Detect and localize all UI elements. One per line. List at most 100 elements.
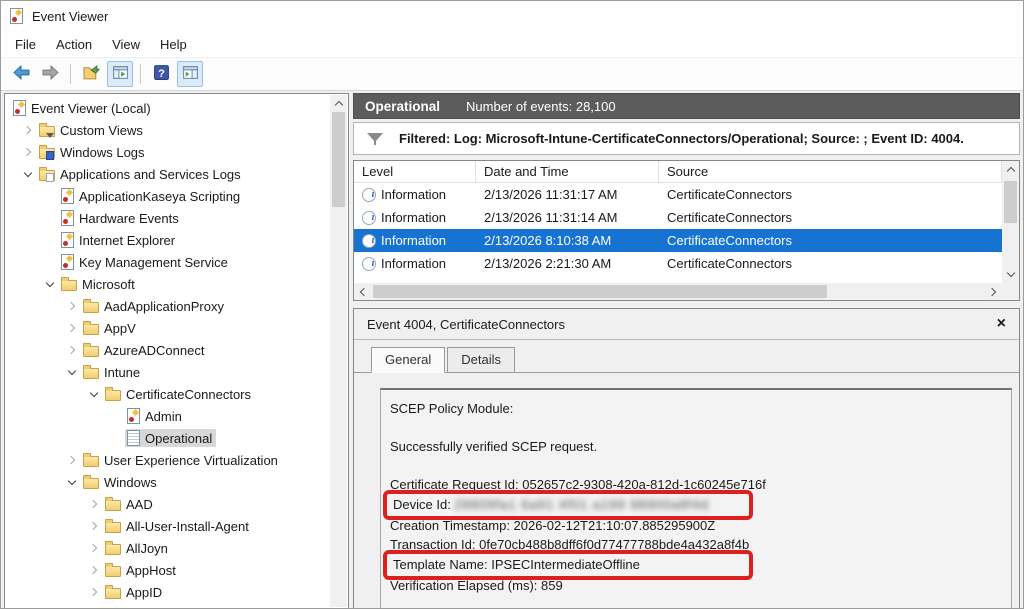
chevron-down-icon[interactable] [63, 363, 81, 381]
scroll-up-icon[interactable] [330, 95, 347, 112]
event-row[interactable]: iInformation2/13/2026 11:31:14 AMCertifi… [354, 206, 1002, 229]
chevron-down-icon[interactable] [63, 473, 81, 491]
tree-item-all-user-install-agent[interactable]: All-User-Install-Agent [5, 515, 348, 537]
column-header-source[interactable]: Source [659, 161, 1002, 182]
forward-arrow-icon [42, 64, 59, 84]
help-button[interactable]: ? [148, 61, 174, 87]
detail-line [390, 418, 1005, 437]
results-panel: Operational Number of events: 28,100 Fil… [353, 93, 1020, 609]
tree-node-body: Key Management Service [59, 253, 232, 271]
tree-item-hardware-events[interactable]: Hardware Events [5, 207, 348, 229]
events-vertical-scrollbar[interactable] [1002, 161, 1019, 283]
tree-item-internet-explorer[interactable]: Internet Explorer [5, 229, 348, 251]
tree-item-apphost[interactable]: AppHost [5, 559, 348, 581]
tree-item-admin[interactable]: Admin [5, 405, 348, 427]
tab-details[interactable]: Details [447, 347, 515, 372]
toggle-action-pane-button[interactable] [177, 61, 203, 87]
chevron-right-icon[interactable] [19, 143, 37, 161]
back-arrow-button[interactable] [8, 61, 34, 87]
tree-item-intune[interactable]: Intune [5, 361, 348, 383]
tree-item-microsoft[interactable]: Microsoft [5, 273, 348, 295]
chevron-right-icon[interactable] [63, 341, 81, 359]
tree-item-alljoyn[interactable]: AllJoyn [5, 537, 348, 559]
chevron-down-icon[interactable] [19, 165, 37, 183]
toggle-console-tree-button[interactable] [107, 61, 133, 87]
tree-node-body: Custom Views [37, 122, 147, 139]
events-horizontal-scrollbar[interactable] [354, 283, 1002, 300]
console-tree-panel: Event Viewer (Local) Custom Views Windows … [4, 93, 349, 609]
close-icon[interactable]: × [997, 316, 1006, 332]
tab-general[interactable]: General [371, 347, 445, 373]
chevron-right-icon[interactable] [85, 539, 103, 557]
chevron-right-icon[interactable] [85, 517, 103, 535]
tree-scrollbar-thumb[interactable] [332, 112, 345, 207]
scroll-up-icon[interactable] [1002, 161, 1019, 178]
menu-item-help[interactable]: Help [150, 33, 197, 56]
tree-item-event-viewer-local-[interactable]: Event Viewer (Local) [5, 97, 348, 119]
event-log-icon [61, 232, 74, 248]
detail-line [390, 456, 1005, 475]
scroll-left-icon[interactable] [354, 283, 371, 300]
chevron-right-icon[interactable] [19, 121, 37, 139]
tree-node-body: Windows [81, 474, 161, 491]
chevron-right-icon[interactable] [85, 495, 103, 513]
chevron-right-icon[interactable] [63, 319, 81, 337]
tree-item-windows[interactable]: Windows [5, 471, 348, 493]
tree-item-label: Custom Views [60, 123, 143, 138]
tree-item-appv[interactable]: AppV [5, 317, 348, 339]
tree-item-azureadconnect[interactable]: AzureADConnect [5, 339, 348, 361]
event-source-cell: CertificateConnectors [659, 233, 1002, 248]
tree-item-label: AAD [126, 497, 153, 512]
tree-item-windows-logs[interactable]: Windows Logs [5, 141, 348, 163]
chevron-right-icon[interactable] [85, 583, 103, 601]
event-row[interactable]: iInformation2/13/2026 2:21:30 AMCertific… [354, 252, 1002, 275]
tree-item-label: AadApplicationProxy [104, 299, 224, 314]
events-table-rows: iInformation2/13/2026 11:31:17 AMCertifi… [354, 183, 1002, 275]
scroll-down-icon[interactable] [1002, 266, 1019, 283]
events-scrollbar-thumb[interactable] [1004, 181, 1017, 223]
tree-item-applications-and-services-logs[interactable]: Applications and Services Logs [5, 163, 348, 185]
events-hscrollbar-thumb[interactable] [373, 285, 827, 298]
tree-node-body: CertificateConnectors [103, 386, 255, 403]
folder-icon [83, 478, 99, 489]
forward-arrow-button[interactable] [37, 61, 63, 87]
menu-item-action[interactable]: Action [46, 33, 102, 56]
open-saved-log-button[interactable] [78, 61, 104, 87]
chevron-down-icon[interactable] [85, 385, 103, 403]
folder-logs-icon [39, 148, 55, 159]
tree-item-appid[interactable]: AppID [5, 581, 348, 603]
tree-item-label: AllJoyn [126, 541, 168, 556]
event-row[interactable]: iInformation2/13/2026 11:31:17 AMCertifi… [354, 183, 1002, 206]
scroll-right-icon[interactable] [985, 283, 1002, 300]
menu-item-view[interactable]: View [102, 33, 150, 56]
chevron-right-icon[interactable] [85, 561, 103, 579]
tree-item-aad[interactable]: AAD [5, 493, 348, 515]
tree-item-aadapplicationproxy[interactable]: AadApplicationProxy [5, 295, 348, 317]
tree-scrollbar[interactable] [330, 95, 347, 607]
tree-item-label: User Experience Virtualization [104, 453, 278, 468]
chevron-down-icon[interactable] [41, 275, 59, 293]
chevron-right-icon[interactable] [63, 451, 81, 469]
event-row[interactable]: iInformation2/13/2026 8:10:38 AMCertific… [354, 229, 1002, 252]
event-datetime-cell: 2/13/2026 2:21:30 AM [476, 256, 659, 271]
tree-item-certificateconnectors[interactable]: CertificateConnectors [5, 383, 348, 405]
tree-item-custom-views[interactable]: Custom Views [5, 119, 348, 141]
tree-item-user-experience-virtualization[interactable]: User Experience Virtualization [5, 449, 348, 471]
event-detail-header: Event 4004, CertificateConnectors × [354, 309, 1019, 340]
log-header-bar: Operational Number of events: 28,100 [353, 93, 1020, 119]
tree-item-key-management-service[interactable]: Key Management Service [5, 251, 348, 273]
chevron-placeholder [41, 231, 59, 249]
folder-icon [83, 302, 99, 313]
folder-icon [105, 544, 121, 555]
event-detail-pane: Event 4004, CertificateConnectors × Gene… [353, 308, 1020, 609]
tree-item-applicationkaseya-scripting[interactable]: ApplicationKaseya Scripting [5, 185, 348, 207]
tree-node-body: All-User-Install-Agent [103, 518, 253, 535]
menu-item-file[interactable]: File [5, 33, 46, 56]
event-datetime-cell: 2/13/2026 11:31:17 AM [476, 187, 659, 202]
column-header-date-and-time[interactable]: Date and Time [476, 161, 659, 182]
chevron-right-icon[interactable] [63, 297, 81, 315]
column-header-level[interactable]: Level [354, 161, 476, 182]
event-description-box: SCEP Policy Module: Successfully verifie… [380, 388, 1012, 609]
tree-item-operational[interactable]: Operational [5, 427, 348, 449]
filter-bar: Filtered: Log: Microsoft-Intune-Certific… [353, 122, 1020, 155]
